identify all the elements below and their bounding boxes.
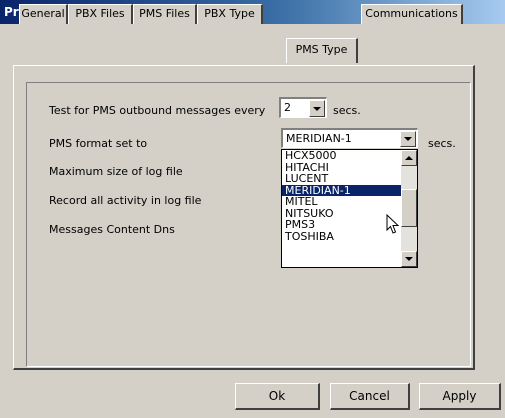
test-interval-unit: secs. — [333, 104, 361, 117]
list-item[interactable]: MITEL — [282, 196, 417, 208]
pms-format-select[interactable]: MERIDIAN-1 — [281, 128, 418, 148]
tab-pms-files[interactable]: PMS Files — [133, 4, 197, 24]
log-size-label: Maximum size of log file — [49, 165, 183, 178]
test-interval-select[interactable]: 2 — [279, 97, 327, 118]
pms-format-value: MERIDIAN-1 — [286, 132, 352, 145]
messages-content-label: Messages Content Dns — [49, 223, 175, 236]
list-item[interactable]: HCX5000 — [282, 150, 417, 162]
cancel-button[interactable]: Cancel — [330, 383, 410, 410]
scroll-thumb[interactable] — [401, 189, 417, 227]
record-activity-label: Record all activity in log file — [49, 194, 202, 207]
test-interval-dropdown-button[interactable] — [309, 100, 325, 117]
test-interval-value: 2 — [284, 101, 291, 114]
pms-format-listbox[interactable]: HCX5000 HITACHI LUCENT MERIDIAN-1 MITEL … — [281, 149, 418, 268]
chevron-down-icon — [313, 106, 321, 111]
ok-button[interactable]: Ok — [235, 383, 320, 410]
list-item[interactable]: LUCENT — [282, 173, 417, 185]
tab-general[interactable]: General — [19, 4, 68, 24]
tab-communications[interactable]: Communications — [361, 4, 463, 24]
tab-pms-type[interactable]: PMS Type — [286, 38, 358, 63]
pms-format-dropdown-button[interactable] — [400, 131, 416, 147]
chevron-down-icon — [404, 137, 412, 141]
tab-pbx-type[interactable]: PBX Type — [197, 4, 263, 24]
scroll-up-button[interactable] — [401, 150, 417, 166]
tab-pbx-files[interactable]: PBX Files — [68, 4, 133, 24]
test-interval-label: Test for PMS outbound messages every — [49, 104, 266, 117]
mouse-cursor-icon — [386, 214, 400, 234]
listbox-scrollbar[interactable] — [401, 150, 417, 267]
pms-format-unit: secs. — [428, 137, 456, 150]
chevron-down-icon — [405, 257, 413, 261]
scroll-down-button[interactable] — [401, 251, 417, 267]
pms-format-label: PMS format set to — [49, 137, 148, 150]
chevron-up-icon — [405, 156, 413, 160]
apply-button[interactable]: Apply — [419, 383, 501, 410]
properties-window: Properties General PBX Files PMS Files P… — [0, 0, 505, 418]
